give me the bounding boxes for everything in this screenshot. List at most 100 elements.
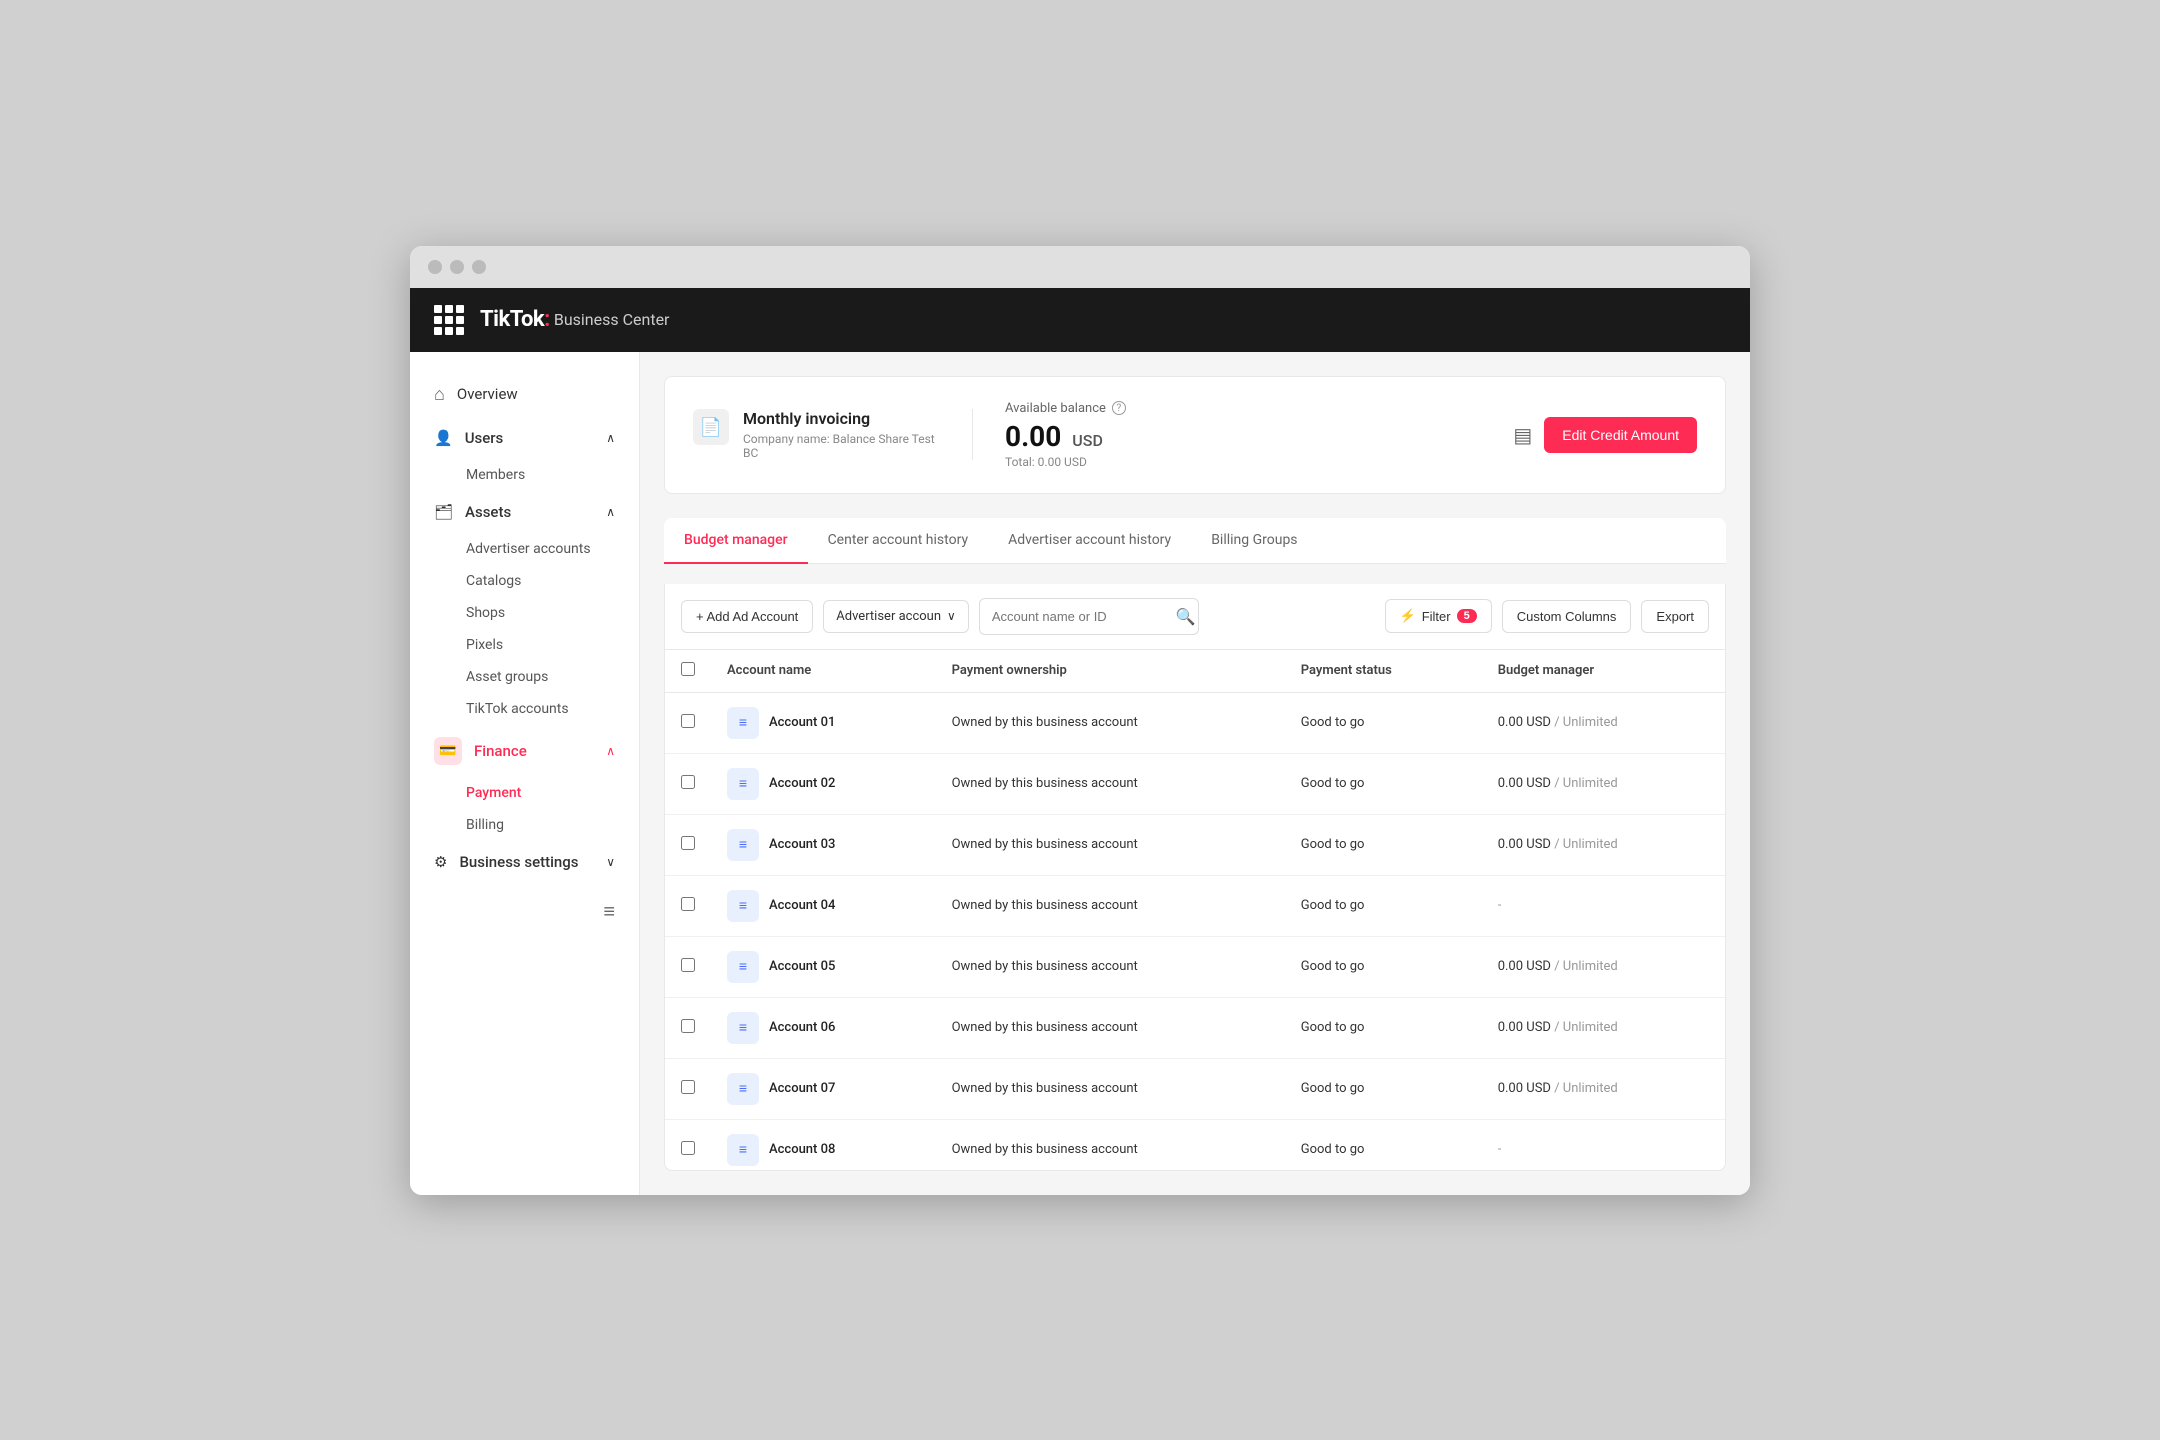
sidebar-footer: ≡ <box>410 883 639 940</box>
account-icon: ≡ <box>727 829 759 861</box>
search-icon[interactable]: 🔍 <box>1176 607 1196 626</box>
account-name-label: Account 02 <box>769 776 835 791</box>
card-actions: ▤ Edit Credit Amount <box>1513 417 1697 453</box>
sidebar-section-business-settings[interactable]: ⚙ Business settings ∨ <box>410 841 639 883</box>
table-toolbar: + Add Ad Account Advertiser accoun ∨ 🔍 ⚡ <box>665 584 1725 650</box>
row-budget: 0.00 USD / Unlimited <box>1482 1058 1725 1119</box>
brand-subtitle: Business Center <box>554 310 670 329</box>
row-budget: 0.00 USD / Unlimited <box>1482 814 1725 875</box>
search-input[interactable] <box>992 609 1168 624</box>
row-checkbox-4[interactable] <box>681 958 695 972</box>
sidebar-item-overview[interactable]: ⌂ Overview <box>410 372 639 417</box>
table-row: ≡ Account 07 Owned by this business acco… <box>665 1058 1725 1119</box>
header-account-name: Account name <box>711 650 936 693</box>
invoice-subtitle: Company name: Balance Share Test BC <box>743 432 940 460</box>
invoice-section: 📄 Monthly invoicing Company name: Balanc… <box>693 409 973 460</box>
traffic-light-minimize[interactable] <box>450 260 464 274</box>
row-ownership: Owned by this business account <box>936 936 1285 997</box>
table-row: ≡ Account 01 Owned by this business acco… <box>665 692 1725 753</box>
table-row: ≡ Account 04 Owned by this business acco… <box>665 875 1725 936</box>
chevron-up-finance-icon: ∧ <box>606 744 615 758</box>
card-history-icon[interactable]: ▤ <box>1513 423 1532 447</box>
row-checkbox-cell <box>665 997 711 1058</box>
tab-billing-groups[interactable]: Billing Groups <box>1191 518 1317 564</box>
account-icon: ≡ <box>727 707 759 739</box>
custom-columns-button[interactable]: Custom Columns <box>1502 600 1632 633</box>
tab-advertiser-account-history[interactable]: Advertiser account history <box>988 518 1191 564</box>
header-payment-ownership: Payment ownership <box>936 650 1285 693</box>
row-checkbox-7[interactable] <box>681 1141 695 1155</box>
row-status: Good to go <box>1285 936 1482 997</box>
sidebar-sub-payment[interactable]: Payment <box>410 777 639 809</box>
sidebar-section-finance[interactable]: 💳 Finance ∧ <box>410 725 639 777</box>
search-box[interactable]: 🔍 <box>979 598 1199 635</box>
sidebar-section-assets[interactable]: 🗂 Assets ∧ <box>410 491 639 533</box>
row-checkbox-cell <box>665 692 711 753</box>
browser-chrome <box>410 246 1750 288</box>
tab-budget-manager[interactable]: Budget manager <box>664 518 808 564</box>
header-payment-status: Payment status <box>1285 650 1482 693</box>
home-icon: ⌂ <box>434 384 445 405</box>
tabs-container: Budget manager Center account history Ad… <box>664 518 1726 564</box>
row-checkbox-2[interactable] <box>681 836 695 850</box>
sidebar-sub-pixels[interactable]: Pixels <box>410 629 639 661</box>
main-layout: ⌂ Overview 👤 Users ∧ Members <box>410 352 1750 1195</box>
balance-total: Total: 0.00 USD <box>1005 455 1513 469</box>
advertiser-account-dropdown[interactable]: Advertiser accoun ∨ <box>823 600 969 633</box>
row-checkbox-0[interactable] <box>681 714 695 728</box>
toolbar-right: ⚡ Filter 5 Custom Columns Export <box>1385 599 1709 633</box>
row-ownership: Owned by this business account <box>936 1058 1285 1119</box>
row-budget: 0.00 USD / Unlimited <box>1482 753 1725 814</box>
row-account-name: ≡ Account 06 <box>711 997 936 1058</box>
row-account-name: ≡ Account 08 <box>711 1119 936 1170</box>
account-icon: ≡ <box>727 1012 759 1044</box>
row-checkbox-1[interactable] <box>681 775 695 789</box>
row-ownership: Owned by this business account <box>936 753 1285 814</box>
row-checkbox-cell <box>665 753 711 814</box>
row-checkbox-5[interactable] <box>681 1019 695 1033</box>
row-account-name: ≡ Account 03 <box>711 814 936 875</box>
balance-section: Available balance ? 0.00 USD Total: 0.00… <box>1005 401 1513 469</box>
sidebar-sub-catalogs[interactable]: Catalogs <box>410 565 639 597</box>
row-status: Good to go <box>1285 814 1482 875</box>
app-container: TikTok: Business Center ⌂ Overview 👤 Use… <box>410 288 1750 1195</box>
dropdown-chevron-icon: ∨ <box>947 609 956 623</box>
row-ownership: Owned by this business account <box>936 692 1285 753</box>
filter-badge: 5 <box>1457 609 1477 623</box>
sidebar-sub-tiktok-accounts[interactable]: TikTok accounts <box>410 693 639 725</box>
account-name-label: Account 08 <box>769 1142 835 1157</box>
account-name-label: Account 06 <box>769 1020 835 1035</box>
export-button[interactable]: Export <box>1641 600 1709 633</box>
edit-credit-button[interactable]: Edit Credit Amount <box>1544 417 1697 453</box>
balance-card: 📄 Monthly invoicing Company name: Balanc… <box>664 376 1726 494</box>
invoice-icon: 📄 <box>693 409 729 445</box>
tab-center-account-history[interactable]: Center account history <box>808 518 989 564</box>
sidebar-sub-advertiser-accounts[interactable]: Advertiser accounts <box>410 533 639 565</box>
collapse-icon[interactable]: ≡ <box>603 899 615 924</box>
sidebar-sub-shops[interactable]: Shops <box>410 597 639 629</box>
brand-logo: TikTok: Business Center <box>480 307 669 332</box>
sidebar-sub-members[interactable]: Members <box>410 459 639 491</box>
account-icon: ≡ <box>727 890 759 922</box>
sidebar-sub-asset-groups[interactable]: Asset groups <box>410 661 639 693</box>
traffic-light-close[interactable] <box>428 260 442 274</box>
row-checkbox-cell <box>665 814 711 875</box>
traffic-light-maximize[interactable] <box>472 260 486 274</box>
add-ad-account-button[interactable]: + Add Ad Account <box>681 600 813 633</box>
select-all-checkbox[interactable] <box>681 662 695 676</box>
sidebar-section-users[interactable]: 👤 Users ∧ <box>410 417 639 459</box>
currency-label: USD <box>1072 431 1103 450</box>
help-icon[interactable]: ? <box>1112 401 1126 415</box>
row-checkbox-6[interactable] <box>681 1080 695 1094</box>
table-section: + Add Ad Account Advertiser accoun ∨ 🔍 ⚡ <box>664 584 1726 1171</box>
row-status: Good to go <box>1285 1119 1482 1170</box>
row-checkbox-3[interactable] <box>681 897 695 911</box>
row-checkbox-cell <box>665 875 711 936</box>
browser-window: TikTok: Business Center ⌂ Overview 👤 Use… <box>410 246 1750 1195</box>
table-row: ≡ Account 05 Owned by this business acco… <box>665 936 1725 997</box>
table-row: ≡ Account 08 Owned by this business acco… <box>665 1119 1725 1170</box>
finance-icon: 💳 <box>434 737 462 765</box>
sidebar-sub-billing[interactable]: Billing <box>410 809 639 841</box>
filter-button[interactable]: ⚡ Filter 5 <box>1385 599 1492 633</box>
grid-icon[interactable] <box>434 305 464 335</box>
